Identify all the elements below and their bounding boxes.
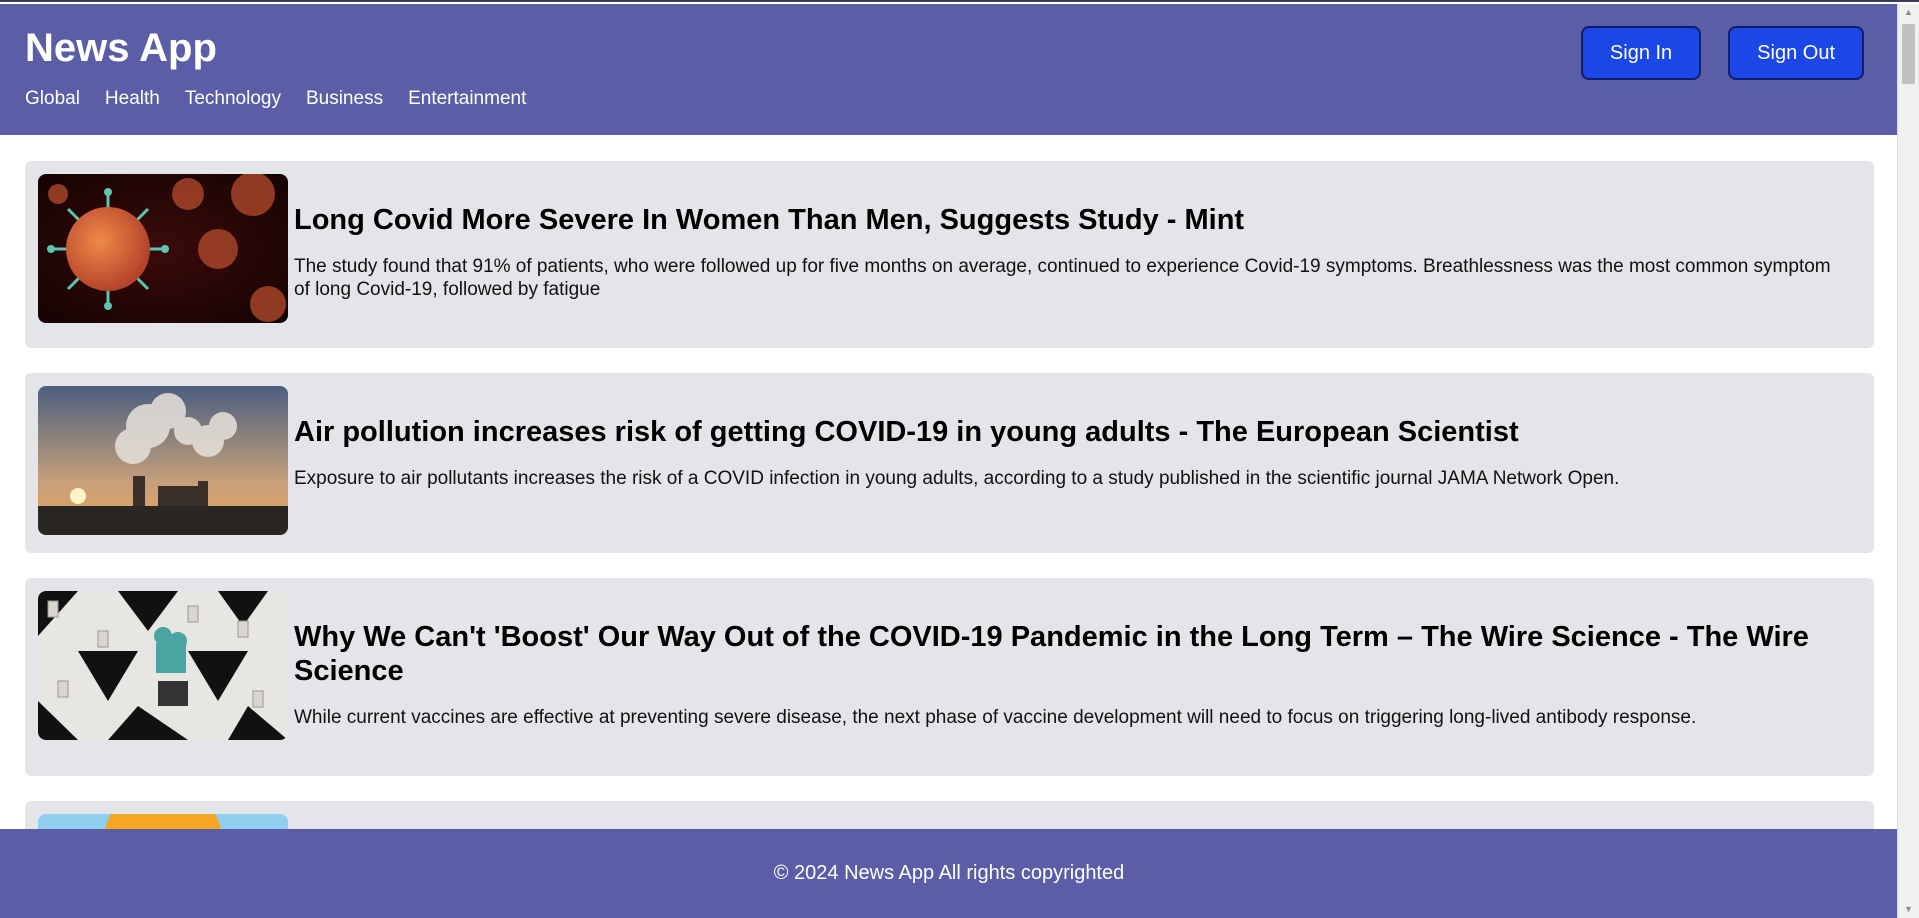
category-nav: Global Health Technology Business Entert… [25, 88, 526, 110]
sign-in-button[interactable]: Sign In [1580, 26, 1702, 80]
nav-item-entertainment[interactable]: Entertainment [408, 88, 526, 110]
news-card[interactable]: Long Covid More Severe In Women Than Men… [25, 161, 1874, 348]
nav-item-technology[interactable]: Technology [185, 88, 281, 110]
factory-smoke-image[interactable] [38, 386, 288, 535]
news-feed: Long Covid More Severe In Women Than Men… [25, 161, 1874, 918]
auth-buttons: Sign In Sign Out [1580, 26, 1864, 80]
scrollbar-thumb[interactable] [1902, 24, 1915, 84]
news-card[interactable]: Why We Can't 'Boost' Our Way Out of the … [25, 578, 1874, 776]
article-description: Exposure to air pollutants increases the… [294, 468, 1620, 489]
virus-image[interactable] [38, 174, 288, 323]
vertical-scrollbar[interactable]: ▲ ▼ [1897, 4, 1919, 918]
article-title[interactable]: Long Covid More Severe In Women Than Men… [294, 203, 1831, 237]
nav-item-health[interactable]: Health [105, 88, 160, 110]
news-card[interactable]: Air pollution increases risk of getting … [25, 373, 1874, 553]
article-title[interactable]: Air pollution increases risk of getting … [294, 415, 1831, 449]
nav-item-global[interactable]: Global [25, 88, 80, 110]
article-title[interactable]: Why We Can't 'Boost' Our Way Out of the … [294, 620, 1831, 688]
app-footer: © 2024 News App All rights copyrighted [0, 829, 1898, 918]
viewport: News App Global Health Technology Busine… [0, 4, 1898, 918]
app-header: News App Global Health Technology Busine… [0, 4, 1898, 135]
vaccination-center-image[interactable] [38, 591, 288, 740]
article-description: While current vaccines are effective at … [294, 707, 1697, 728]
article-description: The study found that 91% of patients, wh… [294, 256, 1831, 300]
app-title: News App [25, 26, 217, 70]
nav-item-business[interactable]: Business [306, 88, 383, 110]
sign-out-button[interactable]: Sign Out [1728, 26, 1864, 80]
scroll-up-arrow-icon[interactable]: ▲ [1898, 4, 1919, 21]
scroll-down-arrow-icon[interactable]: ▼ [1898, 901, 1919, 918]
footer-copyright: © 2024 News App All rights copyrighted [773, 862, 1125, 884]
